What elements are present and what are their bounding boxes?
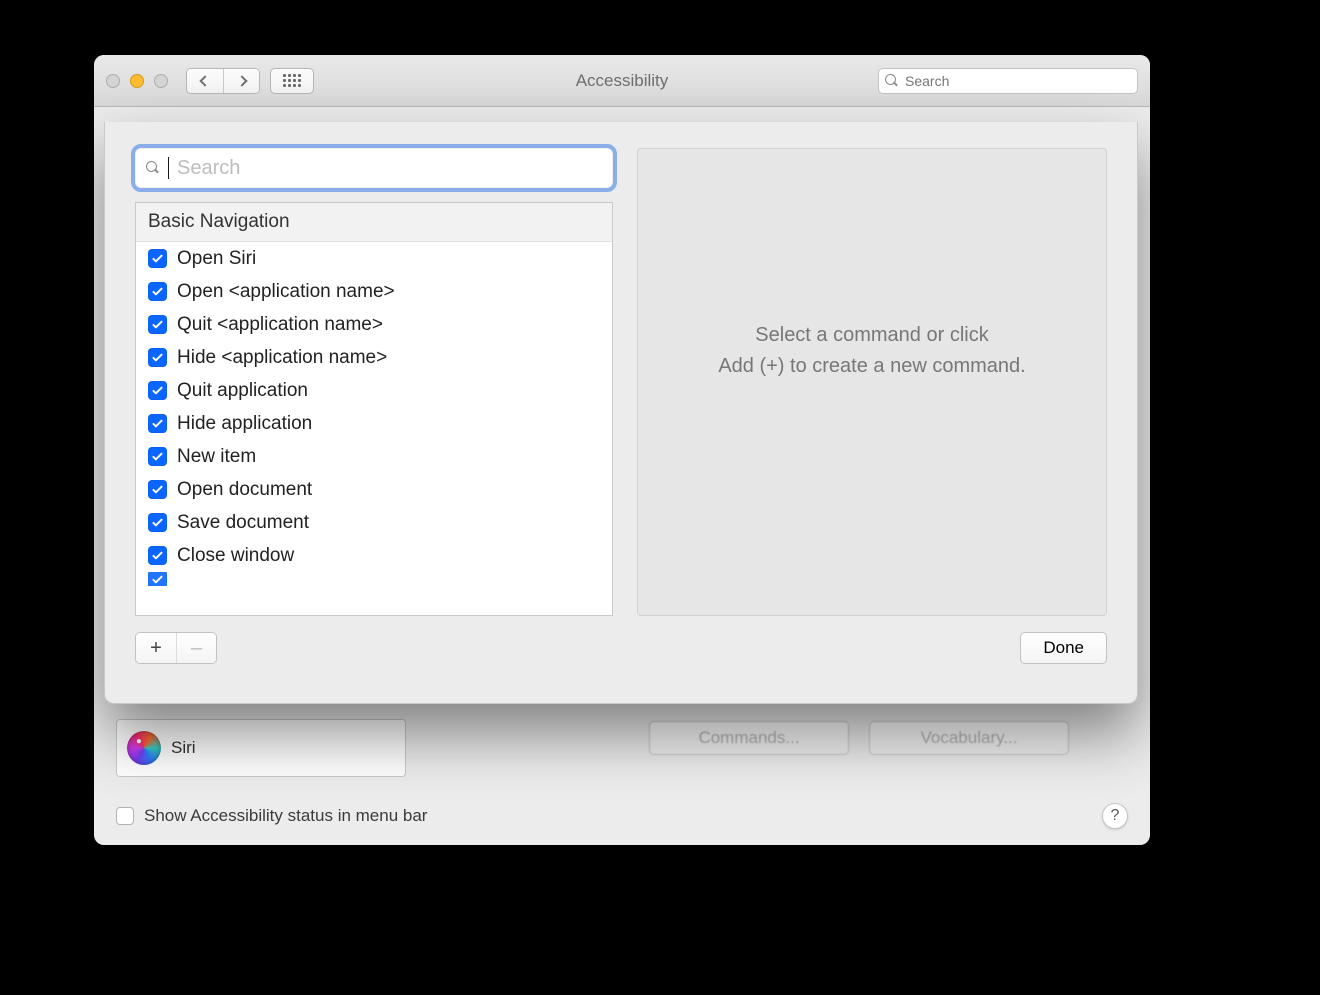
close-window-icon[interactable]	[106, 74, 120, 88]
command-label: New item	[177, 446, 256, 468]
help-button[interactable]: ?	[1102, 803, 1128, 829]
checkbox-checked-icon[interactable]	[148, 282, 167, 301]
checkbox-checked-icon[interactable]	[148, 447, 167, 466]
checkbox-checked-icon[interactable]	[148, 480, 167, 499]
command-row[interactable]: Quit <application name>	[136, 308, 612, 341]
titlebar: Accessibility	[94, 55, 1150, 107]
nav-back-forward	[186, 68, 260, 94]
siri-icon	[127, 731, 161, 765]
minimize-window-icon[interactable]	[130, 74, 144, 88]
command-label: Hide application	[177, 413, 312, 435]
checkbox-checked-icon[interactable]	[148, 572, 167, 586]
command-row[interactable]: Open <application name>	[136, 275, 612, 308]
command-row[interactable]: Save document	[136, 506, 612, 539]
detail-pane: Select a command or click Add (+) to cre…	[637, 148, 1107, 616]
commands-panel: Basic Navigation Open Siri Open <applicat…	[135, 202, 613, 616]
sheet-search-input[interactable]	[177, 157, 602, 180]
sidebar-item-label: Siri	[171, 738, 196, 758]
commands-button[interactable]: Commands...	[649, 721, 849, 755]
command-row[interactable]: x	[136, 572, 612, 586]
text-cursor	[168, 157, 169, 179]
vocabulary-button[interactable]: Vocabulary...	[869, 721, 1069, 755]
traffic-lights	[106, 74, 168, 88]
toolbar-search[interactable]	[878, 68, 1138, 94]
command-row[interactable]: New item	[136, 440, 612, 473]
section-header: Basic Navigation	[136, 203, 612, 242]
command-label: Save document	[177, 512, 309, 534]
commands-sheet: Basic Navigation Open Siri Open <applicat…	[104, 122, 1138, 704]
search-icon	[885, 74, 899, 88]
placeholder-text: Select a command or click Add (+) to cre…	[718, 320, 1025, 382]
back-button[interactable]	[187, 69, 223, 93]
add-button[interactable]: +	[136, 633, 176, 663]
toolbar-search-input[interactable]	[905, 73, 1131, 89]
checkbox-checked-icon[interactable]	[148, 348, 167, 367]
checkbox-checked-icon[interactable]	[148, 546, 167, 565]
remove-button[interactable]: –	[176, 633, 216, 663]
forward-button[interactable]	[223, 69, 259, 93]
search-icon	[146, 161, 160, 175]
zoom-window-icon[interactable]	[154, 74, 168, 88]
sidebar-item-siri[interactable]: Siri	[116, 719, 406, 777]
commands-list[interactable]: Open Siri Open <application name> Quit <ap…	[136, 242, 612, 586]
command-label: Open <application name>	[177, 281, 395, 303]
placeholder-line1: Select a command or click	[718, 320, 1025, 351]
command-label: Quit application	[177, 380, 308, 402]
command-label: Quit <application name>	[177, 314, 383, 336]
done-button[interactable]: Done	[1020, 632, 1107, 664]
chevron-left-icon	[199, 75, 210, 86]
command-row[interactable]: Hide application	[136, 407, 612, 440]
grid-icon	[283, 74, 301, 87]
command-row[interactable]: Close window	[136, 539, 612, 572]
checkbox-checked-icon[interactable]	[148, 513, 167, 532]
show-all-button[interactable]	[270, 68, 314, 94]
command-row[interactable]: Open Siri	[136, 242, 612, 275]
command-row[interactable]: Quit application	[136, 374, 612, 407]
checkbox-label: Show Accessibility status in menu bar	[144, 806, 427, 826]
checkbox-checked-icon[interactable]	[148, 249, 167, 268]
command-row[interactable]: Open document	[136, 473, 612, 506]
command-label: Close window	[177, 545, 294, 567]
command-label: Open document	[177, 479, 312, 501]
show-status-menubar-checkbox[interactable]: Show Accessibility status in menu bar	[116, 806, 427, 826]
checkbox-checked-icon[interactable]	[148, 414, 167, 433]
checkbox-unchecked-icon	[116, 807, 134, 825]
checkbox-checked-icon[interactable]	[148, 315, 167, 334]
sheet-search-field[interactable]	[135, 148, 613, 188]
chevron-right-icon	[236, 75, 247, 86]
help-icon: ?	[1111, 807, 1120, 825]
add-remove-group: + –	[135, 632, 217, 664]
placeholder-line2: Add (+) to create a new command.	[718, 351, 1025, 382]
command-label: Open Siri	[177, 248, 256, 270]
checkbox-checked-icon[interactable]	[148, 381, 167, 400]
command-label: Hide <application name>	[177, 347, 387, 369]
command-row[interactable]: Hide <application name>	[136, 341, 612, 374]
